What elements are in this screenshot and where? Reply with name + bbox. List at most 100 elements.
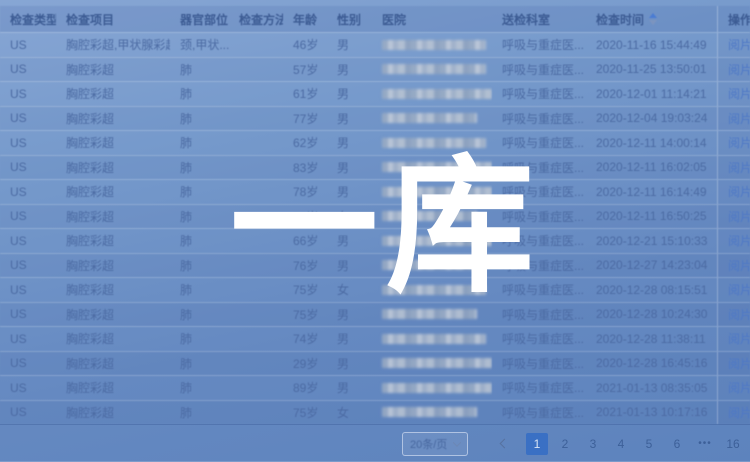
page-button-3[interactable]: 3	[582, 433, 604, 455]
cell-organ: 肺	[170, 278, 229, 302]
page-button-6[interactable]: 6	[666, 433, 688, 455]
hospital-redacted-blur	[382, 407, 477, 417]
cell-age: 29岁	[283, 352, 327, 376]
read-film-link[interactable]: 阅片	[728, 61, 750, 78]
cell-action: 阅片	[717, 131, 750, 155]
page-button-2[interactable]: 2	[554, 433, 576, 455]
column-header-exam-item: 检查项目	[56, 6, 170, 32]
cell-action: 阅片	[717, 180, 750, 204]
read-film-link[interactable]: 阅片	[728, 306, 750, 323]
read-film-link[interactable]: 阅片	[728, 85, 750, 102]
cell-exam-type: US	[0, 303, 56, 327]
cell-age: 75岁	[283, 401, 327, 425]
column-header-action: 操作	[717, 6, 750, 32]
cell-organ: 肺	[170, 327, 229, 351]
read-film-link[interactable]: 阅片	[728, 208, 750, 225]
cell-exam-type: US	[0, 376, 56, 400]
cell-method	[229, 352, 283, 376]
cell-age: 77岁	[283, 107, 327, 131]
table-row: US 胸腔彩超 肺 57岁 男 呼吸与重症医... 2020-11-25 13:…	[0, 57, 750, 82]
read-film-link[interactable]: 阅片	[728, 281, 750, 298]
cell-organ: 肺	[170, 401, 229, 425]
cell-exam-item: 胸腔彩超	[56, 180, 170, 204]
cell-action: 阅片	[717, 107, 750, 131]
cell-action: 阅片	[717, 352, 750, 376]
page-buttons: 123456 ••• 16	[523, 433, 747, 455]
cell-organ: 肺	[170, 376, 229, 400]
read-film-link[interactable]: 阅片	[728, 110, 750, 127]
hospital-redacted-blur	[382, 89, 492, 99]
cell-gender: 男	[327, 327, 372, 351]
read-film-link[interactable]: 阅片	[728, 257, 750, 274]
cell-exam-item: 胸腔彩超	[56, 327, 170, 351]
cell-organ: 颈,甲状...	[170, 33, 229, 57]
cell-exam-item: 胸腔彩超	[56, 278, 170, 302]
read-film-link[interactable]: 阅片	[728, 379, 750, 396]
read-film-link[interactable]: 阅片	[728, 159, 750, 176]
cell-action: 阅片	[717, 278, 750, 302]
prev-page-button[interactable]	[493, 433, 515, 455]
sort-caret-icon[interactable]	[649, 13, 657, 25]
table-row: US 胸腔彩超 肺 61岁 男 呼吸与重症医... 2020-12-01 11:…	[0, 81, 750, 106]
chevron-left-icon	[499, 439, 509, 449]
read-film-link[interactable]: 阅片	[728, 134, 750, 151]
cell-exam-item: 胸腔彩超	[56, 376, 170, 400]
cell-exam-time: 2020-12-28 10:24:30	[586, 303, 717, 327]
cell-exam-time: 2020-12-11 16:14:49	[586, 180, 717, 204]
cell-action: 阅片	[717, 376, 750, 400]
cell-exam-type: US	[0, 278, 56, 302]
cell-hospital	[372, 33, 492, 57]
page-button-4[interactable]: 4	[610, 433, 632, 455]
cell-exam-item: 胸腔彩超	[56, 107, 170, 131]
cell-exam-time: 2020-12-11 14:00:14	[586, 131, 717, 155]
cell-organ: 肺	[170, 229, 229, 253]
column-header-organ: 器官部位	[170, 6, 229, 32]
cell-action: 阅片	[717, 82, 750, 106]
cell-hospital	[372, 107, 492, 131]
read-film-link[interactable]: 阅片	[728, 355, 750, 372]
cell-organ: 肺	[170, 156, 229, 180]
page-button-1[interactable]: 1	[526, 433, 548, 455]
cell-exam-type: US	[0, 33, 56, 57]
read-film-link[interactable]: 阅片	[728, 330, 750, 347]
page-size-select[interactable]: 20条/页	[402, 432, 468, 456]
cell-exam-type: US	[0, 401, 56, 425]
cell-exam-item: 胸腔彩超	[56, 352, 170, 376]
cell-action: 阅片	[717, 58, 750, 82]
cell-department: 呼吸与重症医...	[492, 327, 586, 351]
cell-organ: 肺	[170, 131, 229, 155]
cell-exam-time: 2020-12-04 19:03:24	[586, 107, 717, 131]
column-header-age: 年龄	[283, 6, 327, 32]
column-header-method: 检查方法	[229, 6, 283, 32]
cell-action: 阅片	[717, 156, 750, 180]
cell-action: 阅片	[717, 205, 750, 229]
cell-action: 阅片	[717, 401, 750, 425]
sort-descending-icon	[649, 20, 657, 25]
cell-organ: 肺	[170, 82, 229, 106]
cell-exam-type: US	[0, 205, 56, 229]
read-film-link[interactable]: 阅片	[728, 183, 750, 200]
cell-hospital	[372, 401, 492, 425]
cell-gender: 男	[327, 352, 372, 376]
cell-exam-item: 胸腔彩超	[56, 303, 170, 327]
page-size-label: 20条/页	[410, 436, 447, 452]
column-header-exam-time[interactable]: 检查时间	[586, 6, 717, 32]
table-row: US 胸腔彩超 肺 75岁 女 呼吸与重症医... 2021-01-13 10:…	[0, 400, 750, 425]
cell-department: 呼吸与重症医...	[492, 58, 586, 82]
cell-exam-item: 胸腔彩超	[56, 156, 170, 180]
table-row: US 胸腔彩超 肺 89岁 男 呼吸与重症医... 2021-01-13 08:…	[0, 375, 750, 400]
page-button-16[interactable]: 16	[722, 433, 744, 455]
read-film-link[interactable]: 阅片	[728, 404, 750, 421]
hospital-redacted-blur	[382, 309, 477, 319]
cell-organ: 肺	[170, 352, 229, 376]
cell-gender: 男	[327, 376, 372, 400]
cell-method	[229, 327, 283, 351]
sort-ascending-icon	[649, 13, 657, 18]
cell-exam-type: US	[0, 254, 56, 278]
read-film-link[interactable]: 阅片	[728, 36, 750, 53]
cell-hospital	[372, 327, 492, 351]
read-film-link[interactable]: 阅片	[728, 232, 750, 249]
cell-method	[229, 376, 283, 400]
page-button-5[interactable]: 5	[638, 433, 660, 455]
ellipsis-more-pages[interactable]: •••	[694, 433, 716, 455]
